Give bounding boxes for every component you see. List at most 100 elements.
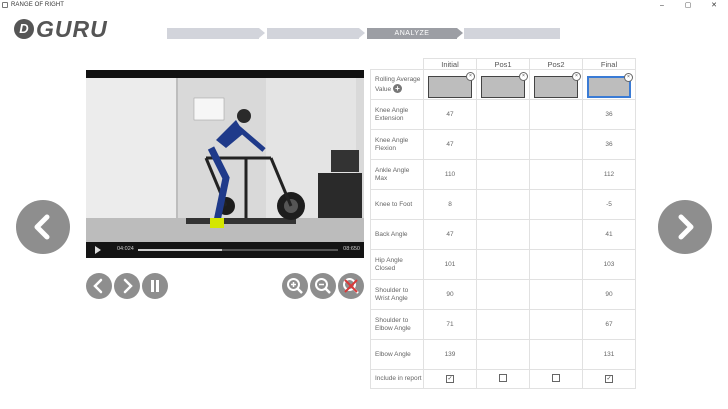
analysis-table: Initial Pos1 Pos2 Final Rolling Average … [370,58,636,389]
cell-value: 71 [423,309,477,340]
chevron-left-icon [93,278,103,294]
add-icon[interactable]: + [392,83,402,93]
cyclist-scene [86,78,364,242]
previous-button[interactable] [16,200,70,254]
row-label: Elbow Angle [370,339,424,370]
table-row: Shoulder to Elbow Angle 71 67 [370,309,636,340]
cell-value: 101 [423,249,477,280]
include-checkbox-initial[interactable]: ✓ [446,375,454,383]
video-player[interactable]: 04:024 08:650 [86,70,364,258]
cell-value: 103 [582,249,636,280]
cell-value [529,249,583,280]
cell-value: 41 [582,219,636,250]
cell-value [529,159,583,190]
cell-value [529,129,583,160]
app-icon [2,2,8,8]
cell-value [476,189,530,220]
step-2 [267,28,365,39]
remove-icon[interactable]: × [466,71,475,81]
cell-value: 139 [423,339,477,370]
maximize-button[interactable]: ▢ [678,0,698,12]
thumbnail-final[interactable]: × [587,72,633,98]
thumb-row: Rolling Average Value + × × × × [370,69,636,100]
row-label: Ankle Angle Max [370,159,424,190]
include-label: Include in report [370,369,424,389]
cell-value: 36 [582,99,636,130]
cell-value: 110 [423,159,477,190]
window-title: RANGE OF RIGHT [11,2,65,8]
cell-value [529,219,583,250]
table-row: Knee to Foot 8 -5 [370,189,636,220]
remove-icon[interactable]: × [624,72,633,82]
table-row: Shoulder to Wrist Angle 90 90 [370,279,636,310]
table-row: Back Angle 47 41 [370,219,636,250]
total-time: 08:650 [343,246,360,252]
cell-value [529,189,583,220]
logo-mark-icon: D [14,19,34,39]
header-row: Initial Pos1 Pos2 Final [371,58,636,70]
cell-value [476,309,530,340]
cell-value [476,339,530,370]
video-controls: 04:024 08:650 [86,242,364,258]
include-checkbox-pos1[interactable] [499,374,507,382]
title-bar: RANGE OF RIGHT – ▢ ✕ [0,0,728,12]
cell-value [529,309,583,340]
logo-wordmark: GURU [36,16,108,42]
cell-value: 90 [582,279,636,310]
step-forward-button[interactable] [114,273,140,299]
cell-value: 131 [582,339,636,370]
row-label: Shoulder to Wrist Angle [370,279,424,310]
include-checkbox-pos2[interactable] [552,374,560,382]
cell-value [476,249,530,280]
logo: D GURU [14,16,134,42]
step-back-button[interactable] [86,273,112,299]
include-row: Include in report ✓ ✓ [370,369,636,389]
cell-value: 47 [423,219,477,250]
cell-value: 47 [423,129,477,160]
include-checkbox-final[interactable]: ✓ [605,375,613,383]
play-icon[interactable] [95,246,101,254]
row-label: Hip Angle Closed [370,249,424,280]
thumbnail-pos1[interactable]: × [481,71,528,98]
row-label: Knee to Foot [370,189,424,220]
cell-value: 47 [423,99,477,130]
seek-bar[interactable] [138,249,338,251]
thumbnail-pos2[interactable]: × [534,71,581,98]
next-button[interactable] [658,200,712,254]
reset-zoom-button[interactable] [338,273,364,299]
current-time: 04:024 [117,246,134,252]
close-button[interactable]: ✕ [704,0,724,12]
zoom-out-button[interactable] [310,273,336,299]
row-label: Shoulder to Elbow Angle [370,309,424,340]
reset-zoom-icon [343,278,359,294]
rolling-average-label: Rolling Average Value + [370,69,424,100]
video-frame [86,78,364,242]
cell-value [476,99,530,130]
table-row: Elbow Angle 139 131 [370,339,636,370]
col-final: Final [582,58,636,70]
row-label: Knee Angle Flexion [370,129,424,160]
zoom-out-icon [315,278,331,294]
seek-progress [138,249,222,251]
pause-button[interactable] [142,273,168,299]
cell-value [476,279,530,310]
chevron-right-icon [678,214,694,240]
remove-icon[interactable]: × [572,71,581,81]
cell-value [529,279,583,310]
cell-value: 112 [582,159,636,190]
remove-icon[interactable]: × [519,71,528,81]
table-row: Knee Angle Flexion 47 36 [370,129,636,160]
table-row: Knee Angle Extension 47 36 [370,99,636,130]
thumbnail-initial[interactable]: × [428,71,475,98]
cell-value [529,99,583,130]
chevron-right-icon [123,278,133,294]
minimize-button[interactable]: – [652,0,672,12]
cell-value [476,219,530,250]
step-1 [167,28,265,39]
zoom-in-button[interactable] [282,273,308,299]
cell-value [476,159,530,190]
row-label: Knee Angle Extension [370,99,424,130]
cell-value: 8 [423,189,477,220]
zoom-in-icon [287,278,303,294]
col-initial: Initial [423,58,477,70]
